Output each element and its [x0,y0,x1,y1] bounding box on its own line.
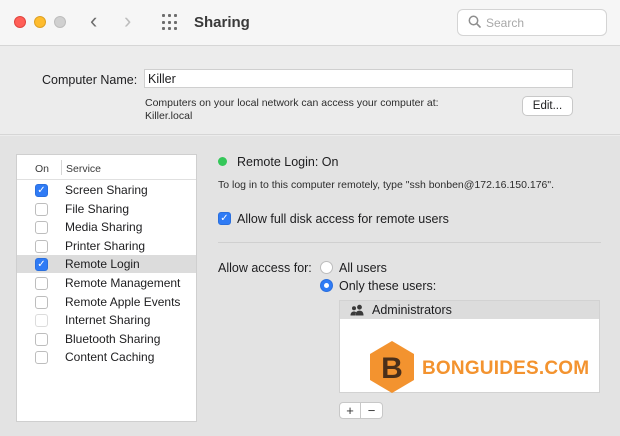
service-checkbox[interactable]: ✓ [35,258,48,272]
watermark-letter: B [381,352,403,385]
title-bar: ‹ › Sharing [0,0,620,46]
service-row[interactable]: Content Caching [17,348,196,366]
user-group-icon [350,304,364,316]
service-checkbox[interactable] [35,295,48,309]
search-box[interactable] [457,9,607,36]
service-name: Remote Apple Events [65,294,181,309]
service-checkbox[interactable] [35,351,48,365]
back-icon[interactable]: ‹ [90,10,97,32]
list-item[interactable]: Administrators [340,301,599,319]
service-row[interactable]: File Sharing [17,200,196,218]
close-window-button[interactable] [14,16,26,28]
computer-name-label: Computer Name: [42,73,138,87]
service-name: Remote Login [65,257,140,272]
service-checkbox[interactable] [35,239,48,253]
service-name: File Sharing [65,201,130,216]
window-title: Sharing [194,14,250,31]
edit-button[interactable]: Edit... [522,96,573,116]
service-list-header: On Service [17,155,196,180]
watermark-text: BONGUIDES.COM [422,358,590,379]
column-divider [61,160,62,175]
service-checkbox[interactable] [35,221,48,235]
computer-name-field[interactable] [144,69,573,88]
service-row[interactable]: ✓ Screen Sharing [17,181,196,199]
sharing-settings: On Service ✓ Screen Sharing File Sharing Me… [0,136,620,436]
forward-icon[interactable]: › [124,10,131,32]
service-row[interactable]: Printer Sharing [17,237,196,255]
only-these-users-radio[interactable] [320,279,333,292]
service-name: Remote Management [65,276,181,290]
service-name: Internet Sharing [65,313,151,328]
column-header-service: Service [66,163,102,175]
full-disk-access-label: Allow full disk access for remote users [237,212,449,226]
status-indicator-icon [218,157,227,166]
minimize-window-button[interactable] [34,16,46,28]
service-checkbox[interactable] [35,277,48,290]
ssh-instructions: To log in to this computer remotely, typ… [218,179,555,191]
service-name: Media Sharing [65,220,143,235]
service-status: Remote Login: On [237,155,339,169]
watermark-logo: B [370,341,414,393]
service-row[interactable]: Internet Sharing [17,311,196,329]
user-name: Administrators [372,303,452,317]
only-these-users-label: Only these users: [339,279,437,293]
local-address-note: Computers on your local network can acce… [145,97,439,123]
service-name: Content Caching [65,350,155,365]
computer-name-panel: Computer Name: Computers on your local n… [0,47,620,135]
service-name: Screen Sharing [65,183,148,197]
zoom-window-button[interactable] [54,16,66,28]
section-divider [218,242,601,243]
all-users-radio[interactable] [320,261,333,274]
allow-access-label: Allow access for: [218,261,312,275]
service-checkbox[interactable] [35,332,48,346]
show-all-grid-icon[interactable] [162,14,179,31]
service-name: Printer Sharing [65,238,146,253]
column-header-on: On [35,163,50,175]
service-checkbox[interactable] [35,314,48,328]
service-row[interactable]: Media Sharing [17,218,196,236]
service-row[interactable]: Remote Management [17,274,196,292]
service-list: On Service ✓ Screen Sharing File Sharing Me… [16,154,197,422]
local-address-note-line1: Computers on your local network can acce… [145,97,439,109]
service-row[interactable]: ✓ Remote Login [17,255,196,274]
service-row[interactable]: Bluetooth Sharing [17,330,196,348]
search-input[interactable] [486,14,596,31]
remove-user-button[interactable]: − [361,402,383,419]
service-checkbox[interactable]: ✓ [35,184,48,197]
service-checkbox[interactable] [35,202,48,216]
service-row[interactable]: Remote Apple Events [17,293,196,311]
add-user-button[interactable]: + [339,402,361,419]
all-users-label: All users [339,261,387,275]
search-icon [468,15,481,28]
local-address-hostname: Killer.local [145,110,193,122]
service-name: Bluetooth Sharing [65,331,161,346]
full-disk-access-checkbox[interactable]: ✓ [218,212,231,225]
